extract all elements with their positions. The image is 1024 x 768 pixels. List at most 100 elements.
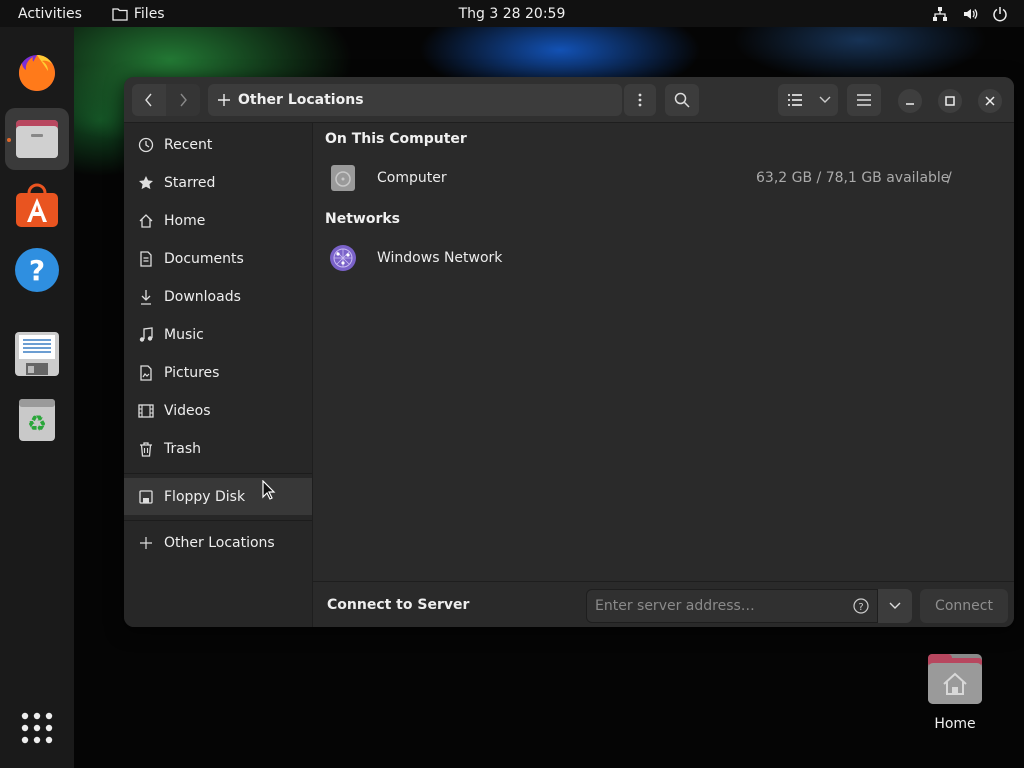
location-row-computer[interactable]: Computer 63,2 GB / 78,1 GB available /: [313, 158, 1014, 198]
sidebar-item-label: Floppy Disk: [164, 488, 246, 505]
section-title-networks: Networks: [325, 211, 401, 227]
clock[interactable]: Thg 3 28 20:59: [459, 6, 566, 22]
text-editor-icon[interactable]: [5, 323, 69, 385]
main-menu-button[interactable]: [847, 84, 881, 116]
sidebar-item-label: Recent: [164, 137, 213, 153]
files-window: Other Locations Recent Starred Home Docu…: [124, 77, 1014, 627]
search-icon: [674, 92, 690, 108]
connect-to-server-label: Connect to Server: [327, 597, 470, 613]
sidebar-item-downloads[interactable]: Downloads: [124, 279, 312, 315]
back-button[interactable]: [132, 84, 166, 116]
sidebar-item-recent[interactable]: Recent: [124, 127, 312, 163]
minimize-button[interactable]: [898, 89, 922, 113]
sidebar-item-home[interactable]: Home: [124, 203, 312, 239]
power-icon[interactable]: [992, 6, 1008, 22]
app-center-icon[interactable]: [5, 175, 69, 237]
disk-space: 63,2 GB / 78,1 GB available: [756, 170, 950, 186]
desktop-home-folder[interactable]: Home: [912, 652, 998, 732]
top-bar: Activities Files Thg 3 28 20:59: [0, 0, 1024, 27]
sidebar-item-label: Videos: [164, 403, 211, 419]
files-icon[interactable]: [5, 108, 69, 170]
server-address-input[interactable]: [587, 590, 847, 622]
video-icon: [138, 403, 154, 419]
section-title-on-this-computer: On This Computer: [325, 131, 467, 147]
header-bar: Other Locations: [124, 77, 1014, 123]
hard-drive-icon: [329, 164, 357, 192]
maximize-icon: [945, 96, 955, 106]
volume-icon[interactable]: [962, 6, 978, 22]
sidebar-item-label: Starred: [164, 175, 216, 191]
plus-icon: [218, 94, 230, 106]
close-button[interactable]: [978, 89, 1002, 113]
sidebar-item-pictures[interactable]: Pictures: [124, 355, 312, 391]
app-menu-label: Files: [133, 5, 165, 22]
search-button[interactable]: [665, 84, 699, 116]
dock: ? ♻: [0, 27, 74, 768]
vertical-dots-icon: [638, 93, 642, 107]
location-label: Computer: [377, 170, 447, 186]
sidebar-item-label: Other Locations: [164, 535, 275, 551]
connect-to-server-bar: Connect to Server ? Connect: [313, 581, 1014, 627]
sidebar-divider: [124, 473, 312, 474]
chevron-down-icon: [819, 96, 831, 103]
activities-button[interactable]: Activities: [18, 6, 82, 22]
plus-icon: [138, 535, 154, 551]
sidebar-item-documents[interactable]: Documents: [124, 241, 312, 277]
server-address-field[interactable]: ?: [586, 589, 878, 623]
view-mode-button[interactable]: [778, 84, 812, 116]
desktop-home-label: Home: [934, 716, 976, 732]
path-label: Other Locations: [238, 92, 364, 108]
chevron-down-icon: [889, 602, 901, 609]
minimize-icon: [906, 103, 914, 105]
mount-point: /: [947, 170, 952, 186]
sidebar-item-trash[interactable]: Trash: [124, 431, 312, 467]
forward-button[interactable]: [166, 84, 200, 116]
svg-text:♻: ♻: [27, 412, 47, 437]
trash-icon[interactable]: ♻: [5, 389, 69, 451]
close-icon: [985, 96, 995, 106]
other-locations-view: On This Computer Computer 63,2 GB / 78,1…: [313, 123, 1014, 581]
chevron-left-icon: [145, 93, 152, 107]
clock-icon: [138, 137, 154, 153]
location-label: Windows Network: [377, 250, 503, 266]
path-bar[interactable]: Other Locations: [208, 84, 622, 116]
sidebar-item-label: Downloads: [164, 289, 241, 305]
sidebar-item-music[interactable]: Music: [124, 317, 312, 353]
star-icon: [138, 175, 154, 191]
firefox-icon[interactable]: [5, 41, 69, 103]
location-row-windows-network[interactable]: Windows Network: [313, 238, 1014, 278]
mouse-cursor-icon: [262, 480, 276, 500]
recent-servers-button[interactable]: [878, 589, 912, 623]
document-icon: [138, 251, 154, 267]
home-folder-icon: [928, 654, 982, 704]
floppy-icon: [138, 489, 154, 505]
network-globe-icon: [329, 244, 357, 272]
view-options-button[interactable]: [812, 84, 838, 116]
show-apps-icon[interactable]: [5, 697, 69, 759]
sidebar-item-label: Trash: [164, 441, 201, 457]
path-menu-button[interactable]: [624, 84, 656, 116]
connect-button[interactable]: Connect: [920, 589, 1008, 623]
system-tray[interactable]: [932, 0, 1008, 27]
sidebar-item-other-locations[interactable]: Other Locations: [124, 525, 312, 561]
hamburger-icon: [857, 94, 871, 106]
sidebar-item-starred[interactable]: Starred: [124, 165, 312, 201]
sidebar-item-videos[interactable]: Videos: [124, 393, 312, 429]
maximize-button[interactable]: [938, 89, 962, 113]
sidebar-item-label: Music: [164, 327, 204, 343]
sidebar-item-label: Pictures: [164, 365, 220, 381]
sidebar-item-floppy-disk[interactable]: Floppy Disk: [124, 478, 312, 515]
help-icon[interactable]: ?: [5, 239, 69, 301]
sidebar-item-label: Documents: [164, 251, 244, 267]
chevron-right-icon: [180, 93, 187, 107]
trash-icon: [138, 441, 154, 457]
home-icon: [138, 213, 154, 229]
svg-text:?: ?: [29, 254, 45, 287]
sidebar-item-label: Home: [164, 213, 206, 229]
network-icon[interactable]: [932, 6, 948, 22]
sidebar: Recent Starred Home Documents Downloads …: [124, 123, 313, 627]
app-menu[interactable]: Files: [112, 6, 165, 22]
download-icon: [138, 289, 154, 305]
help-circle-icon[interactable]: ?: [853, 598, 869, 614]
svg-text:?: ?: [858, 602, 863, 613]
